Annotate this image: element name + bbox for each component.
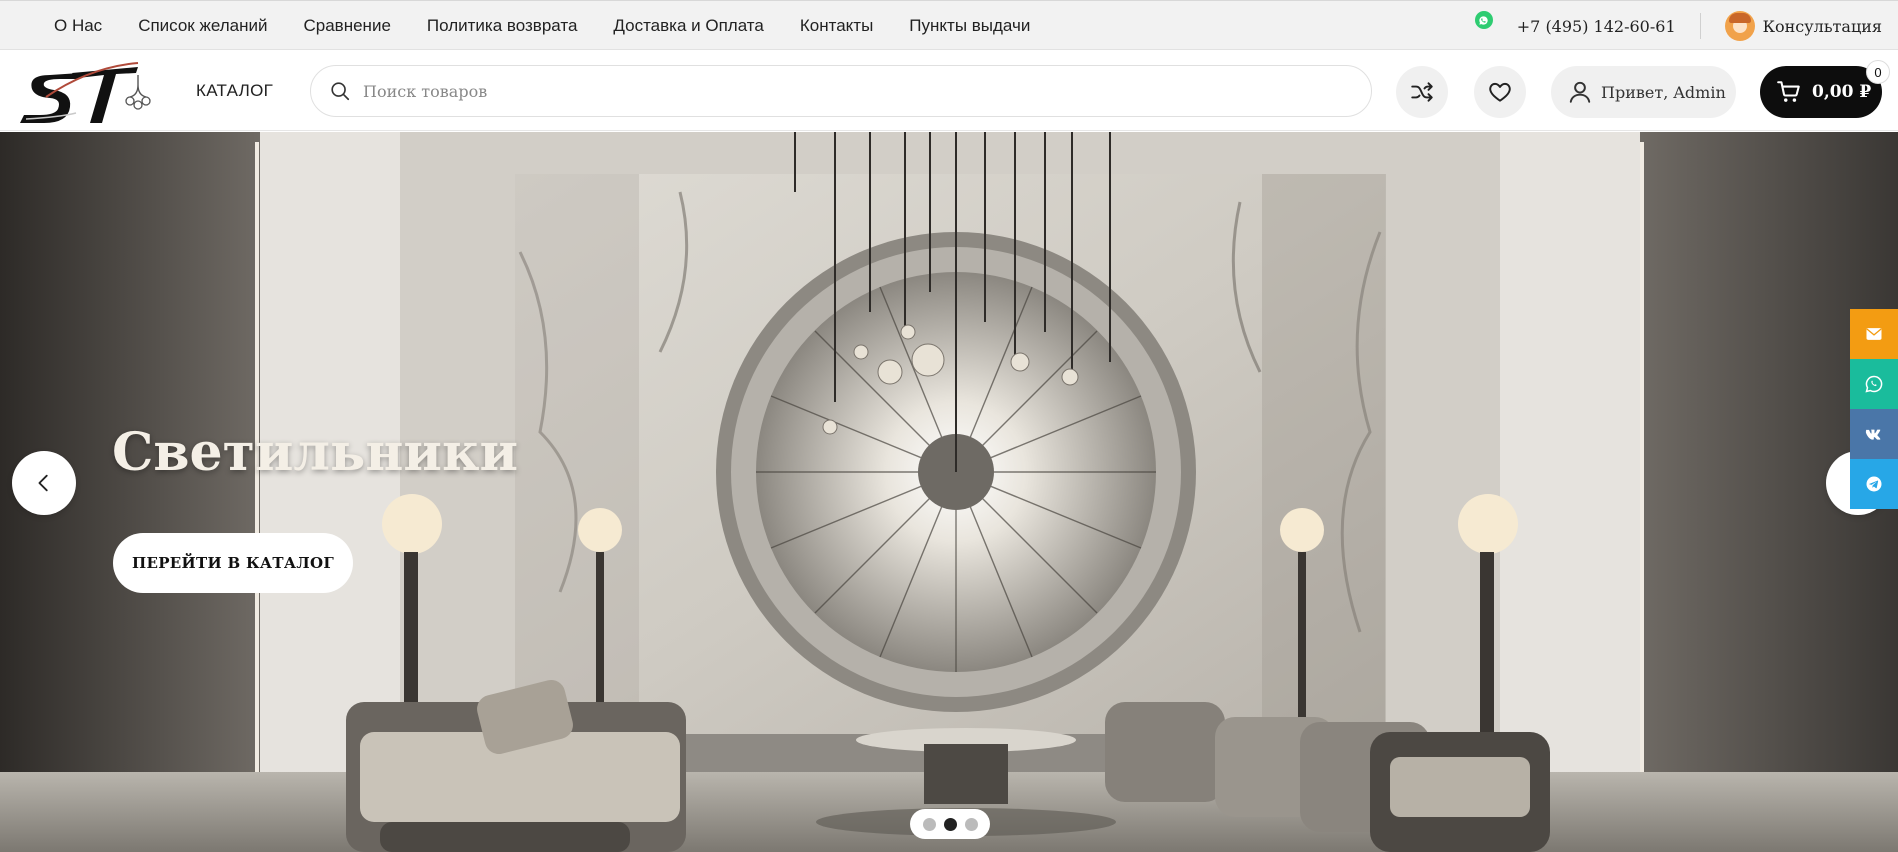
main-header: КАТАЛОГ Привет, Admin 0,00 ₽ 0	[0, 51, 1898, 131]
search-icon	[331, 82, 350, 101]
nav-pickup-points[interactable]: Пункты выдачи	[909, 16, 1030, 36]
cart-total: 0,00 ₽	[1812, 82, 1872, 102]
nav-return-policy[interactable]: Политика возврата	[427, 16, 578, 36]
divider	[1699, 13, 1701, 39]
hero-title: Светильники	[112, 422, 519, 483]
whatsapp-small-icon[interactable]	[1474, 11, 1493, 29]
whatsapp-button[interactable]	[1850, 359, 1898, 409]
whatsapp-icon	[1865, 375, 1883, 393]
slider-dot-active[interactable]	[943, 817, 957, 831]
catalog-menu-button[interactable]: КАТАЛОГ	[196, 81, 273, 101]
nav-compare[interactable]: Сравнение	[304, 16, 391, 36]
slider-dot[interactable]	[922, 817, 936, 831]
consultation-link[interactable]: Консультация	[1763, 17, 1882, 36]
nav-contacts[interactable]: Контакты	[800, 16, 873, 36]
cart-icon	[1777, 81, 1800, 102]
slider-pagination	[910, 809, 990, 839]
account-button[interactable]: Привет, Admin	[1551, 66, 1736, 118]
compare-button[interactable]	[1396, 66, 1448, 118]
nav-about[interactable]: О Нас	[54, 16, 102, 36]
chevron-left-icon	[38, 474, 48, 492]
slider-prev-button[interactable]	[12, 451, 76, 515]
vk-button[interactable]	[1850, 409, 1898, 459]
email-icon	[1866, 328, 1882, 340]
telegram-icon	[1866, 476, 1882, 492]
slider-dot[interactable]	[964, 817, 978, 831]
hero-slider: Светильники ПЕРЕЙТИ В КАТАЛОГ	[0, 132, 1898, 852]
shuffle-icon	[1411, 82, 1433, 102]
cart-count-badge: 0	[1866, 60, 1890, 84]
heart-icon	[1489, 82, 1511, 102]
telegram-button[interactable]	[1850, 459, 1898, 509]
user-icon	[1569, 81, 1591, 103]
hero-interior-image	[0, 132, 1898, 852]
vk-icon	[1865, 429, 1881, 440]
email-button[interactable]	[1850, 309, 1898, 359]
top-bar: О Нас Список желаний Сравнение Политика …	[0, 0, 1898, 50]
logo[interactable]	[20, 57, 156, 127]
cart-button[interactable]: 0,00 ₽	[1760, 66, 1882, 118]
nav-wishlist[interactable]: Список желаний	[138, 16, 267, 36]
phone-number[interactable]: +7 (495) 142-60-61	[1517, 17, 1676, 36]
top-contacts: +7 (495) 142-60-61 Консультация	[1474, 1, 1882, 51]
search-bar[interactable]	[310, 65, 1372, 117]
search-input[interactable]	[363, 81, 1263, 101]
nav-delivery-payment[interactable]: Доставка и Оплата	[613, 16, 763, 36]
account-greeting: Привет, Admin	[1601, 82, 1726, 102]
consultant-avatar	[1724, 11, 1755, 41]
top-nav: О Нас Список желаний Сравнение Политика …	[54, 1, 1066, 51]
wishlist-button[interactable]	[1474, 66, 1526, 118]
go-to-catalog-button[interactable]: ПЕРЕЙТИ В КАТАЛОГ	[113, 533, 353, 593]
